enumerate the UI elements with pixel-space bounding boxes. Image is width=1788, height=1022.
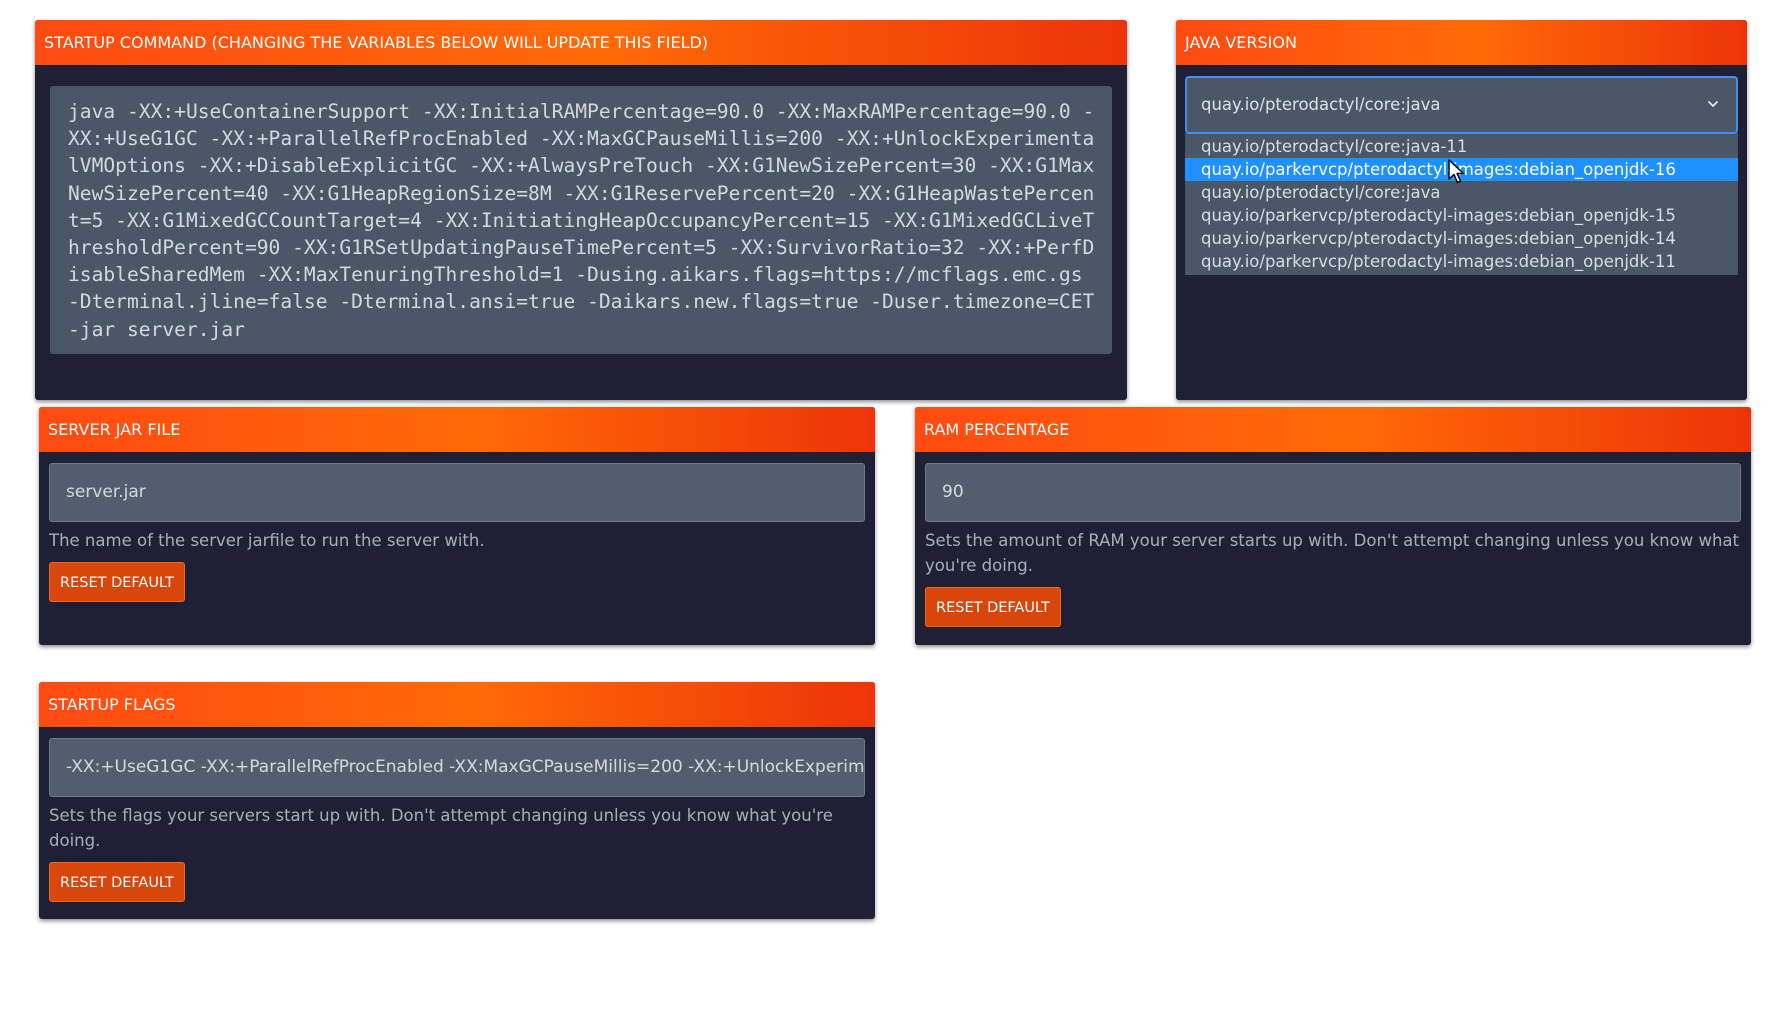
startup-flags-card: STARTUP FLAGS -XX:+UseG1GC -XX:+Parallel… [39,682,875,919]
java-version-option[interactable]: quay.io/parkervcp/pterodactyl-images:deb… [1185,204,1738,227]
server-jar-card: SERVER JAR FILE server.jar The name of t… [39,407,875,645]
server-jar-reset-button[interactable]: RESET DEFAULT [49,562,185,602]
startup-flags-reset-button[interactable]: RESET DEFAULT [49,862,185,902]
startup-command-title: STARTUP COMMAND (CHANGING THE VARIABLES … [35,20,1127,65]
server-jar-help: The name of the server jarfile to run th… [49,531,485,550]
java-version-title: JAVA VERSION [1176,20,1747,65]
ram-percentage-body: 90 Sets the amount of RAM your server st… [915,452,1751,639]
ram-percentage-reset-button[interactable]: RESET DEFAULT [925,587,1061,627]
startup-command-text: java -XX:+UseContainerSupport -XX:Initia… [50,86,1112,354]
server-jar-title: SERVER JAR FILE [39,407,875,452]
java-version-option[interactable]: quay.io/parkervcp/pterodactyl-images:deb… [1185,250,1738,273]
ram-percentage-input[interactable]: 90 [925,463,1741,522]
mouse-pointer-icon [1448,159,1465,184]
java-version-option[interactable]: quay.io/pterodactyl/core:java-11 [1185,135,1738,158]
chevron-down-icon [1708,101,1718,107]
java-version-option[interactable]: quay.io/parkervcp/pterodactyl-images:deb… [1185,227,1738,250]
startup-command-body: java -XX:+UseContainerSupport -XX:Initia… [35,65,1127,366]
ram-percentage-card: RAM PERCENTAGE 90 Sets the amount of RAM… [915,407,1751,645]
java-version-select[interactable]: quay.io/pterodactyl/core:java [1185,76,1738,134]
startup-flags-title: STARTUP FLAGS [39,682,875,727]
java-version-options-list: quay.io/pterodactyl/core:java-11 quay.io… [1185,133,1738,275]
startup-flags-body: -XX:+UseG1GC -XX:+ParallelRefProcEnabled… [39,727,875,914]
ram-percentage-title: RAM PERCENTAGE [915,407,1751,452]
server-jar-body: server.jar The name of the server jarfil… [39,452,875,614]
startup-flags-help: Sets the flags your servers start up wit… [49,806,833,850]
java-version-selected-value: quay.io/pterodactyl/core:java [1201,95,1441,114]
startup-flags-input[interactable]: -XX:+UseG1GC -XX:+ParallelRefProcEnabled… [49,738,865,797]
java-version-card: JAVA VERSION quay.io/pterodactyl/core:ja… [1176,20,1747,400]
server-jar-input[interactable]: server.jar [49,463,865,522]
startup-command-card: STARTUP COMMAND (CHANGING THE VARIABLES … [35,20,1127,400]
ram-percentage-help: Sets the amount of RAM your server start… [925,531,1739,575]
